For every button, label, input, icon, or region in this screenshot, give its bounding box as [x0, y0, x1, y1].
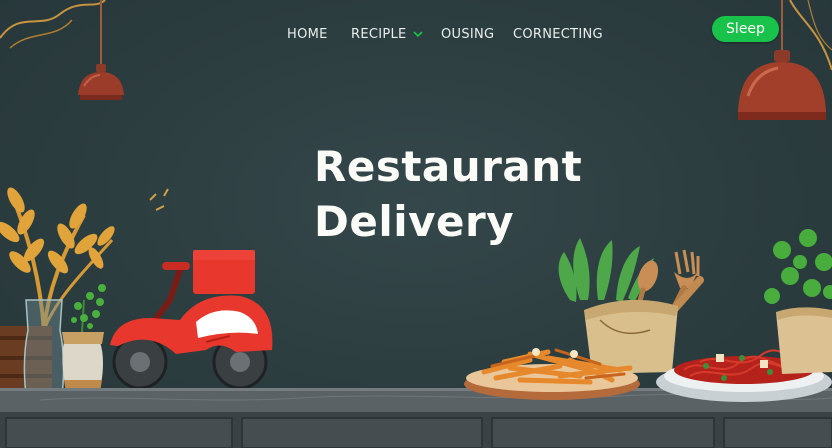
nav-item-recipe-label: RECIPLE: [351, 27, 407, 42]
hero-title-line1: Restaurant: [314, 142, 583, 191]
pendant-lamp-icon: [78, 0, 124, 100]
hero-scene: HOME RECIPLE OUSING CORNECTING Sleep Res…: [0, 0, 832, 448]
chevron-down-icon: [412, 31, 423, 38]
main-nav: HOME RECIPLE OUSING CORNECTING: [0, 27, 832, 47]
hero-title-line2: Delivery: [314, 197, 515, 246]
vase-decor: [23, 299, 65, 396]
scooter-icon: [110, 188, 273, 390]
nav-item-recipe[interactable]: RECIPLE: [351, 27, 423, 42]
nav-item-cornecting[interactable]: CORNECTING: [513, 27, 603, 42]
hero-title: Restaurant Delivery: [314, 146, 582, 243]
utensil-basket: [558, 238, 704, 374]
nav-item-ousing[interactable]: OUSING: [441, 27, 494, 42]
plant-icon: [764, 229, 832, 374]
nav-item-home[interactable]: HOME: [287, 27, 328, 42]
plant-icon: [62, 284, 106, 392]
sleep-button[interactable]: Sleep: [712, 16, 779, 42]
